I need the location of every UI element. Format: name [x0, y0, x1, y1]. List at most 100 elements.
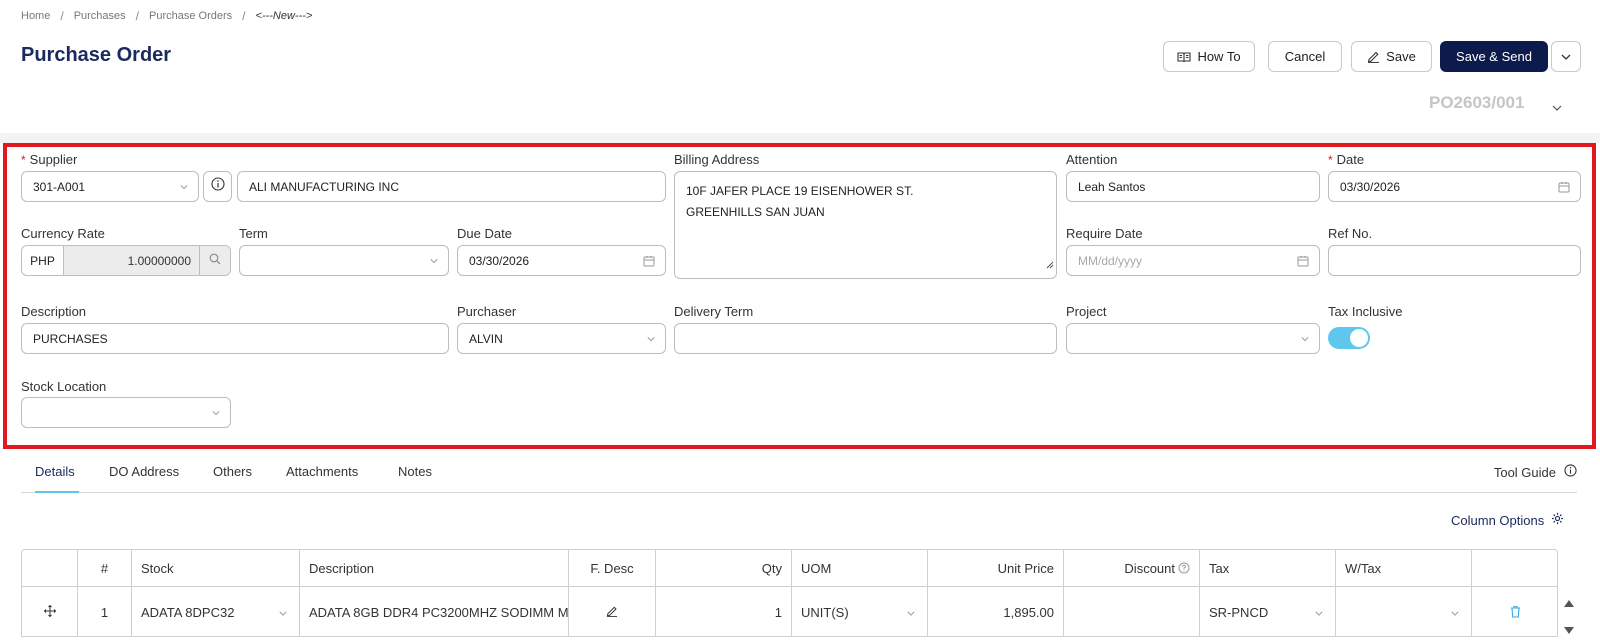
chevron-down-icon — [1301, 335, 1309, 343]
column-options-label: Column Options — [1451, 512, 1545, 528]
attention-field[interactable]: Leah Santos — [1066, 171, 1320, 202]
supplier-info-button[interactable] — [203, 171, 232, 202]
search-icon — [209, 253, 221, 268]
header-w-tax[interactable]: W/Tax — [1336, 550, 1472, 586]
chevron-down-icon — [279, 605, 287, 620]
breadcrumb-home[interactable]: Home — [21, 10, 50, 22]
due-date-value: 03/30/2026 — [469, 253, 530, 268]
currency-rate-value: 1.00000000 — [64, 246, 199, 275]
calendar-icon[interactable] — [1558, 181, 1570, 193]
chevron-down-icon — [1561, 54, 1571, 60]
require-date-field[interactable]: MM/dd/yyyy — [1066, 245, 1320, 276]
purchaser-label: Purchaser — [457, 304, 517, 319]
header-stock[interactable]: Stock — [132, 550, 300, 586]
due-date-field[interactable]: 03/30/2026 — [457, 245, 666, 276]
description-field[interactable]: PURCHASES — [21, 323, 449, 354]
supplier-code-value: 301-A001 — [33, 179, 86, 194]
tool-guide-button[interactable]: Tool Guide — [1494, 464, 1577, 480]
supplier-code-select[interactable]: 301-A001 — [21, 171, 199, 202]
breadcrumb-purchase-orders[interactable]: Purchase Orders — [149, 10, 232, 22]
currency-rate-label: Currency Rate — [21, 226, 105, 241]
header-unit-price[interactable]: Unit Price — [928, 550, 1064, 586]
date-label: * Date — [1328, 152, 1365, 167]
breadcrumb-separator: / — [242, 9, 246, 23]
project-select[interactable] — [1066, 323, 1320, 354]
row-stock-select[interactable]: ADATA 8DPC32 — [132, 587, 300, 636]
drag-handle[interactable] — [22, 587, 78, 636]
tab-notes[interactable]: Notes — [398, 464, 432, 479]
header-tax[interactable]: Tax — [1200, 550, 1336, 586]
tab-attachments[interactable]: Attachments — [286, 464, 358, 479]
row-delete-button[interactable] — [1472, 587, 1557, 636]
tab-do-address[interactable]: DO Address — [109, 464, 179, 479]
row-number: 1 — [78, 587, 132, 636]
delivery-term-field[interactable] — [674, 323, 1057, 354]
save-label: Save — [1386, 49, 1416, 64]
tax-inclusive-toggle[interactable] — [1328, 327, 1370, 349]
header-description[interactable]: Description — [300, 550, 569, 586]
breadcrumb: Home / Purchases / Purchase Orders / <--… — [21, 9, 312, 23]
cancel-label: Cancel — [1284, 49, 1326, 64]
save-button[interactable]: Save — [1351, 41, 1432, 72]
require-date-label: Require Date — [1066, 226, 1143, 241]
resize-handle-icon[interactable] — [1045, 255, 1054, 276]
billing-address-textarea[interactable]: 10F JAFER PLACE 19 EISENHOWER ST. GREENH… — [674, 171, 1057, 279]
column-options-button[interactable]: Column Options — [1451, 512, 1564, 528]
calendar-icon[interactable] — [1297, 255, 1309, 267]
currency-search-button[interactable] — [199, 246, 230, 275]
scroll-down-icon[interactable] — [1564, 621, 1574, 639]
header-uom[interactable]: UOM — [792, 550, 928, 586]
header-discount[interactable]: Discount — [1064, 550, 1200, 586]
delivery-term-label: Delivery Term — [674, 304, 754, 319]
row-tax-select[interactable]: SR-PNCD — [1200, 587, 1336, 636]
active-tab-indicator — [35, 491, 79, 493]
billing-address-label: Billing Address — [674, 152, 760, 167]
section-divider — [0, 133, 1600, 143]
row-uom-select[interactable]: UNIT(S) — [792, 587, 928, 636]
book-icon — [1177, 51, 1191, 63]
due-date-label: Due Date — [457, 226, 512, 241]
calendar-icon[interactable] — [643, 255, 655, 267]
stock-location-select[interactable] — [21, 397, 231, 428]
billing-address-line-2: GREENHILLS SAN JUAN — [686, 205, 825, 219]
help-icon[interactable] — [1178, 562, 1190, 574]
chevron-down-icon[interactable] — [1552, 98, 1562, 116]
row-f-desc-button[interactable] — [569, 587, 656, 636]
save-and-send-button[interactable]: Save & Send — [1440, 41, 1548, 72]
description-value: PURCHASES — [33, 331, 108, 346]
attention-label: Attention — [1066, 152, 1118, 167]
header-actions — [1472, 550, 1557, 586]
cancel-button[interactable]: Cancel — [1268, 41, 1342, 72]
document-number: PO2603/001 — [1429, 93, 1525, 112]
row-discount-field[interactable] — [1064, 587, 1200, 636]
row-description-field[interactable]: ADATA 8GB DDR4 PC3200MHZ SODIMM Me — [300, 587, 569, 636]
scroll-up-icon[interactable] — [1564, 594, 1574, 612]
row-stock-value: ADATA 8DPC32 — [141, 605, 235, 620]
chevron-down-icon — [907, 605, 915, 620]
header-f-desc[interactable]: F. Desc — [569, 550, 656, 586]
currency-rate-group: PHP 1.00000000 — [21, 245, 231, 276]
term-label: Term — [239, 226, 268, 241]
chevron-down-icon — [1451, 605, 1459, 620]
term-select[interactable] — [239, 245, 449, 276]
header-number: # — [78, 550, 132, 586]
chevron-down-icon — [180, 183, 188, 191]
vertical-scrollbar[interactable] — [1563, 594, 1575, 639]
row-qty-field[interactable]: 1 — [656, 587, 792, 636]
row-unit-price-field[interactable]: 1,895.00 — [928, 587, 1064, 636]
tool-guide-label: Tool Guide — [1493, 464, 1556, 480]
row-w-tax-select[interactable] — [1336, 587, 1472, 636]
info-icon — [210, 177, 225, 196]
date-field[interactable]: 03/30/2026 — [1328, 171, 1581, 202]
more-actions-button[interactable] — [1551, 41, 1581, 72]
tab-details[interactable]: Details — [35, 464, 75, 479]
supplier-name-field[interactable]: ALI MANUFACTURING INC — [237, 171, 666, 202]
currency-code[interactable]: PHP — [22, 246, 64, 275]
chevron-down-icon — [1315, 605, 1323, 620]
breadcrumb-purchases[interactable]: Purchases — [74, 10, 126, 22]
purchaser-select[interactable]: ALVIN — [457, 323, 666, 354]
how-to-button[interactable]: How To — [1163, 41, 1255, 72]
header-qty[interactable]: Qty — [656, 550, 792, 586]
tab-others[interactable]: Others — [213, 464, 252, 479]
ref-no-field[interactable] — [1328, 245, 1581, 276]
